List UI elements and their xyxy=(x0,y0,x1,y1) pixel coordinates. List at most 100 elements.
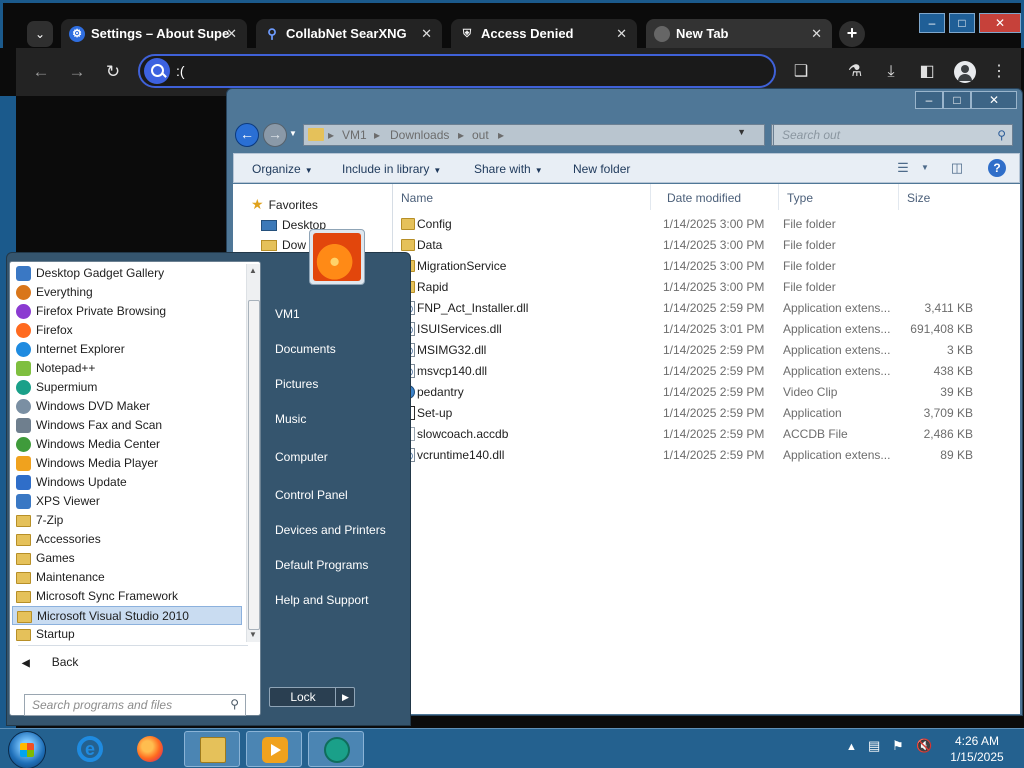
program-item[interactable]: Accessories xyxy=(12,530,242,549)
address-bar-text[interactable]: :( xyxy=(176,63,185,79)
explorer-minimize-button[interactable]: – xyxy=(915,91,943,109)
file-row[interactable]: vcruntime140.dll 1/14/2025 2:59 PM Applica… xyxy=(393,445,1020,466)
view-options-icon[interactable]: ☰ xyxy=(894,160,912,176)
start-right-item[interactable]: Music xyxy=(275,412,306,426)
close-tab-icon[interactable]: ✕ xyxy=(811,19,822,49)
close-tab-icon[interactable]: ✕ xyxy=(616,19,627,49)
show-hidden-icons-icon[interactable]: ▲ xyxy=(846,741,857,753)
file-row[interactable]: FNP_Act_Installer.dll 1/14/2025 2:59 PM Ap… xyxy=(393,298,1020,319)
address-bar[interactable]: :( xyxy=(138,54,776,88)
share-with-menu[interactable]: Share with ▼ xyxy=(474,162,543,176)
nav-favorites[interactable]: ★ Favorites xyxy=(251,196,318,213)
taskbar-explorer[interactable] xyxy=(184,731,240,767)
breadcrumb-arrow-icon[interactable]: ▸ xyxy=(328,128,334,142)
start-right-item[interactable]: Documents xyxy=(275,342,336,356)
start-right-item[interactable]: Default Programs xyxy=(275,558,368,572)
start-search-input[interactable]: Search programs and files ⚲ xyxy=(24,694,246,716)
program-item[interactable]: Windows Media Player xyxy=(12,454,242,473)
minimize-button[interactable]: – xyxy=(919,13,945,33)
explorer-maximize-button[interactable]: □ xyxy=(943,91,971,109)
breadcrumb-item[interactable]: Downloads xyxy=(390,128,449,142)
back-button[interactable]: ← xyxy=(235,123,259,147)
tab-new-tab[interactable]: New Tab ✕ xyxy=(646,19,832,49)
program-item[interactable]: XPS Viewer xyxy=(12,492,242,511)
program-item[interactable]: Supermium xyxy=(12,378,242,397)
column-header-name[interactable]: Name xyxy=(393,184,651,210)
network-icon[interactable]: ▤ xyxy=(868,738,880,754)
taskbar-firefox[interactable] xyxy=(122,731,178,767)
program-item[interactable]: Internet Explorer xyxy=(12,340,242,359)
organize-menu[interactable]: Organize ▼ xyxy=(252,162,313,176)
program-item[interactable]: Firefox Private Browsing xyxy=(12,302,242,321)
tab-settings[interactable]: ⚙ Settings – About Supe ✕ xyxy=(61,19,247,49)
file-row[interactable]: Rapid 1/14/2025 3:00 PM File folder xyxy=(393,277,1020,298)
program-item[interactable]: Everything xyxy=(12,283,242,302)
back-button[interactable]: ◀ Back xyxy=(22,655,78,669)
help-icon[interactable]: ? xyxy=(988,159,1006,177)
chevron-down-icon[interactable]: ▼ xyxy=(737,127,746,137)
file-row[interactable]: MigrationService 1/14/2025 3:00 PM File fo… xyxy=(393,256,1020,277)
column-header-date[interactable]: Date modified xyxy=(659,184,779,210)
program-item[interactable]: Startup xyxy=(12,625,242,644)
file-row[interactable]: msvcp140.dll 1/14/2025 2:59 PM Application… xyxy=(393,361,1020,382)
program-item[interactable]: Maintenance xyxy=(12,568,242,587)
chevron-down-icon[interactable]: ▼ xyxy=(916,163,934,179)
file-row[interactable]: Data 1/14/2025 3:00 PM File folder xyxy=(393,235,1020,256)
clock[interactable]: 4:26 AM 1/15/2025 xyxy=(944,733,1010,765)
forward-button[interactable]: → xyxy=(263,123,287,147)
program-item[interactable]: Games xyxy=(12,549,242,568)
explorer-search-input[interactable]: Search out ⚲ xyxy=(773,124,1013,146)
explorer-titlebar[interactable]: – □ ✕ xyxy=(227,89,1022,117)
program-item[interactable]: Microsoft Sync Framework xyxy=(12,587,242,606)
program-item[interactable]: 7-Zip xyxy=(12,511,242,530)
close-tab-icon[interactable]: ✕ xyxy=(421,19,432,49)
start-right-item[interactable]: Control Panel xyxy=(275,488,348,502)
reload-icon[interactable]: ↻ xyxy=(102,61,124,83)
breadcrumb-item[interactable]: out xyxy=(472,128,489,142)
search-icon[interactable]: ⚲ xyxy=(230,697,239,711)
explorer-address-bar[interactable]: ▸ VM1 ▸ Downloads ▸ out ▸ ▼ xyxy=(303,124,765,146)
preview-pane-icon[interactable]: ◫ xyxy=(948,160,966,176)
start-right-item[interactable]: Pictures xyxy=(275,377,318,391)
column-header-type[interactable]: Type xyxy=(779,184,899,210)
scrollbar-thumb[interactable] xyxy=(248,300,260,630)
extensions-icon[interactable]: ❑ xyxy=(789,60,813,84)
program-item[interactable]: Firefox xyxy=(12,321,242,340)
new-folder-button[interactable]: New folder xyxy=(573,162,630,176)
start-right-item[interactable]: Computer xyxy=(275,450,328,464)
maximize-button[interactable]: □ xyxy=(949,13,975,33)
program-item[interactable]: Windows DVD Maker xyxy=(12,397,242,416)
file-row[interactable]: pedantry 1/14/2025 2:59 PM Video Clip 39 KB xyxy=(393,382,1020,403)
tab-searxng[interactable]: ⚲ CollabNet SearXNG ✕ xyxy=(256,19,442,49)
more-menu-icon[interactable]: ⋮ xyxy=(987,60,1011,84)
labs-flask-icon[interactable]: ⚗ xyxy=(843,60,867,84)
file-row[interactable]: slowcoach.accdb 1/14/2025 2:59 PM ACCDB Fi… xyxy=(393,424,1020,445)
taskbar-supermium[interactable] xyxy=(308,731,364,767)
explorer-close-button[interactable]: ✕ xyxy=(971,91,1017,109)
tab-access-denied[interactable]: ⛨ Access Denied ✕ xyxy=(451,19,637,49)
search-icon[interactable]: ⚲ xyxy=(997,128,1006,142)
breadcrumb-item[interactable]: VM1 xyxy=(342,128,367,142)
user-picture[interactable] xyxy=(309,229,365,285)
volume-muted-icon[interactable]: 🔇 xyxy=(916,738,932,754)
profile-avatar-icon[interactable] xyxy=(954,61,976,83)
program-item[interactable]: Microsoft Visual Studio 2010 xyxy=(12,606,242,625)
program-item[interactable]: Windows Fax and Scan xyxy=(12,416,242,435)
close-button[interactable]: ✕ xyxy=(979,13,1021,33)
nav-downloads[interactable]: Dow xyxy=(261,238,306,252)
breadcrumb-arrow-icon[interactable]: ▸ xyxy=(498,128,504,142)
start-button[interactable] xyxy=(8,731,46,768)
program-item[interactable]: Windows Update xyxy=(12,473,242,492)
breadcrumb-arrow-icon[interactable]: ▸ xyxy=(458,128,464,142)
side-panel-icon[interactable]: ◧ xyxy=(915,60,939,84)
tab-search-button[interactable]: ⌄ xyxy=(27,21,53,47)
program-item[interactable]: Desktop Gadget Gallery xyxy=(12,264,242,283)
start-right-item[interactable]: VM1 xyxy=(275,307,300,321)
include-in-library-menu[interactable]: Include in library ▼ xyxy=(342,162,441,176)
file-row[interactable]: Config 1/14/2025 3:00 PM File folder xyxy=(393,214,1020,235)
download-icon[interactable]: ⤓ xyxy=(879,60,903,84)
start-right-item[interactable]: Devices and Printers xyxy=(275,523,386,537)
action-center-flag-icon[interactable]: ⚑ xyxy=(892,738,904,754)
new-tab-button[interactable]: + xyxy=(839,21,865,47)
file-row[interactable]: Set-up 1/14/2025 2:59 PM Application 3,709 … xyxy=(393,403,1020,424)
